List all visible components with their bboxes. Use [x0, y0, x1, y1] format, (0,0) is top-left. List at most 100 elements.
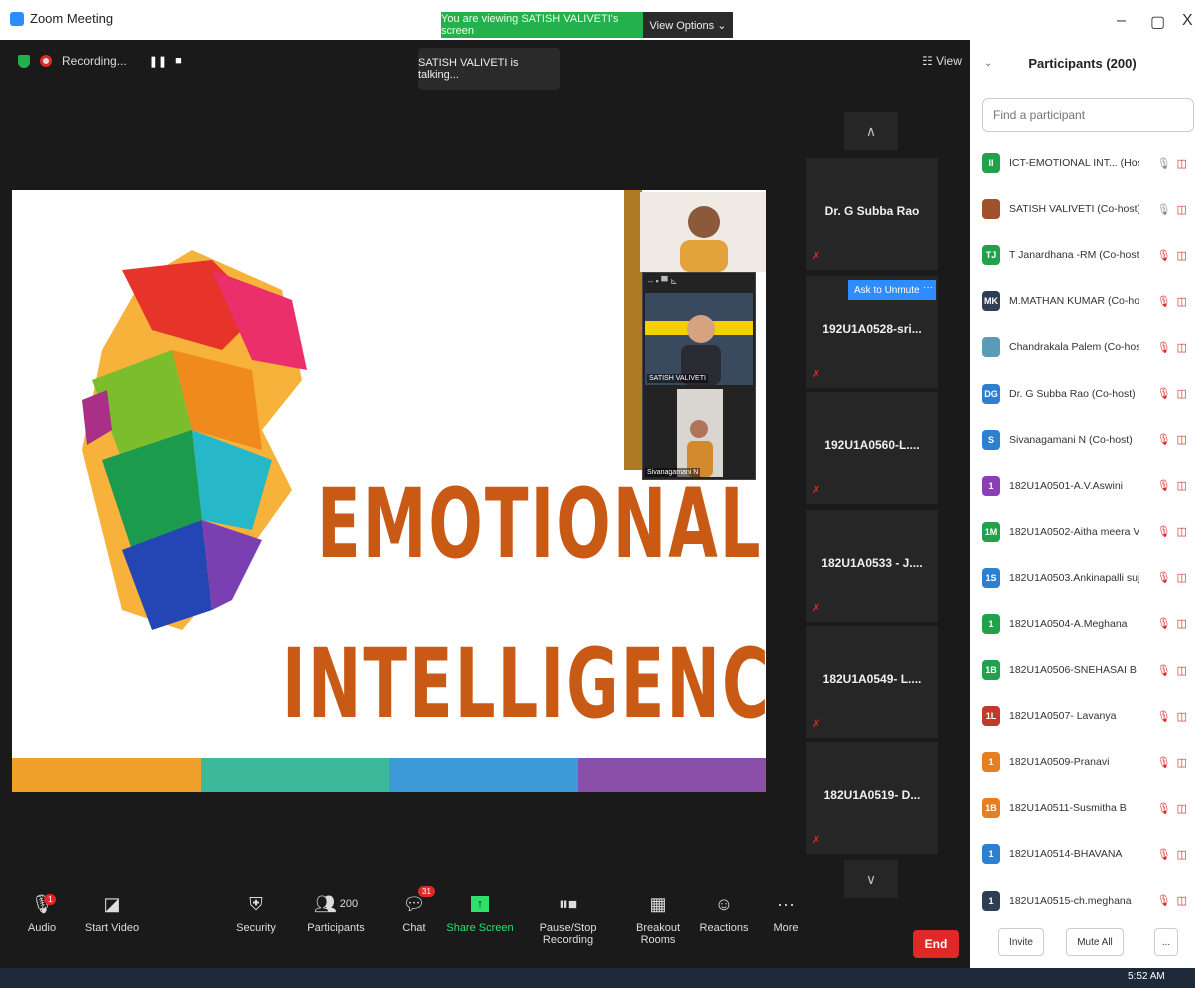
stop-recording-icon[interactable]: ■ — [175, 55, 182, 68]
video-satish: SATISH VALIVETI — [645, 293, 753, 385]
view-button[interactable]: ☷ View — [922, 54, 962, 68]
participant-row[interactable]: 1 182U1A0501-A.V.Aswini 🎙︎ ◫ — [970, 463, 1195, 509]
tile-more-button[interactable]: ··· — [920, 280, 936, 300]
participant-row[interactable]: 1 182U1A0515-ch.meghana 🎙︎ ◫ — [970, 878, 1195, 924]
stripe-orange — [12, 758, 201, 792]
participant-row[interactable]: II ICT-EMOTIONAL INT... (Host, me) 🎙︎ ◫ — [970, 140, 1195, 186]
more-button[interactable]: ··· More — [746, 892, 826, 935]
window-title: Zoom Meeting — [30, 11, 114, 26]
avatar: 1B — [982, 798, 1000, 819]
gallery-strip: ∧ — [806, 112, 938, 150]
chat-badge: 31 — [418, 886, 435, 897]
participant-search-input[interactable] — [982, 98, 1194, 132]
video-off-icon: ◫ — [1176, 664, 1187, 677]
invite-button[interactable]: Invite — [998, 928, 1044, 956]
participant-row[interactable]: 1B 182U1A0511-Susmitha B 🎙︎ ◫ — [970, 785, 1195, 831]
participant-status-icons: 🎙︎ ◫ — [1157, 894, 1187, 907]
pause-stop-recording-button[interactable]: ⏸︎⏹︎ Pause/Stop Recording — [520, 892, 616, 947]
floating-window-controls[interactable]: – ▪ ▀ ⊾ — [643, 273, 755, 291]
participant-status-icons: 🎙︎ ◫ — [1157, 525, 1187, 538]
start-video-button[interactable]: ◪ Start Video — [72, 892, 152, 935]
participants-footer: Invite Mute All ... — [970, 928, 1195, 958]
color-stripe-bar — [12, 758, 766, 792]
participant-row[interactable]: S Sivanagamani N (Co-host) 🎙︎ ◫ — [970, 417, 1195, 463]
video-off-icon: ◫ — [1176, 802, 1187, 815]
participant-name: 182U1A0514-BHAVANA — [1009, 848, 1123, 861]
participant-name: SATISH VALIVETI (Co-host) — [1009, 203, 1139, 216]
participant-status-icons: 🎙︎ ◫ — [1157, 387, 1187, 400]
participant-tile[interactable]: 182U1A0519- D... ✗ — [806, 742, 938, 854]
participant-name: M.MATHAN KUMAR (Co-host) — [1009, 295, 1139, 308]
avatar: 1 — [982, 844, 1000, 865]
participant-row[interactable]: 1 182U1A0509-Pranavi 🎙︎ ◫ — [970, 739, 1195, 785]
audio-button[interactable]: 🎙︎ Audio — [2, 892, 82, 935]
participant-row[interactable]: 1L 182U1A0507- Lavanya 🎙︎ ◫ — [970, 693, 1195, 739]
participant-name: 182U1A0504-A.Meghana — [1009, 617, 1128, 630]
participants-count: 200 — [339, 898, 359, 910]
avatar: 1 — [982, 613, 1000, 634]
share-screen-label: Share Screen — [446, 922, 514, 934]
participant-status-icons: 🎙︎ ◫ — [1157, 295, 1187, 308]
participant-row[interactable]: SATISH VALIVETI (Co-host) 🎙︎ ◫ — [970, 186, 1195, 232]
muted-mic-icon: ✗ — [812, 719, 821, 730]
avatar — [982, 337, 1000, 358]
encryption-shield-icon[interactable] — [18, 54, 30, 68]
participant-row[interactable]: MK M.MATHAN KUMAR (Co-host) 🎙︎ ◫ — [970, 278, 1195, 324]
muted-mic-icon: 🎙︎ — [1156, 295, 1171, 308]
end-meeting-button[interactable]: End — [913, 930, 959, 958]
view-options-button[interactable]: View Options ⌄ — [643, 12, 733, 38]
participant-name: 182U1A0503.Ankinapalli sujatha — [1009, 571, 1139, 584]
floating-video-window[interactable]: – ▪ ▀ ⊾ SATISH VALIVETI Sivanagamani N — [642, 272, 756, 480]
avatar: DG — [982, 383, 1000, 404]
participant-row[interactable]: 1 182U1A0514-BHAVANA 🎙︎ ◫ — [970, 831, 1195, 877]
video-off-icon: ◫ — [1176, 157, 1187, 170]
mute-all-button[interactable]: Mute All — [1066, 928, 1124, 956]
participants-panel: ⌄ Participants (200) IIICT-EMOTIONAL INT… — [970, 40, 1195, 968]
participant-row[interactable]: Chandrakala Palem (Co-host) 🎙︎ ◫ — [970, 324, 1195, 370]
participant-tile[interactable]: 182U1A0549- L.... ✗ — [806, 626, 938, 738]
mic-icon: 🎙︎ — [1156, 203, 1171, 216]
participant-row[interactable]: DG Dr. G Subba Rao (Co-host) 🎙︎ ◫ — [970, 370, 1195, 416]
participant-name: ICT-EMOTIONAL INT... (Host, me) — [1009, 157, 1139, 170]
zoom-logo-icon — [10, 11, 24, 26]
colorful-face-illustration — [82, 250, 307, 630]
muted-mic-icon: ✗ — [812, 485, 821, 496]
close-button[interactable]: X — [1182, 12, 1193, 30]
muted-mic-icon: 🎙︎ — [1156, 848, 1171, 861]
participant-row[interactable]: 1S 182U1A0503.Ankinapalli sujatha 🎙︎ ◫ — [970, 555, 1195, 601]
pause-stop-icon: ⏸︎⏹︎ — [559, 893, 577, 914]
participant-name: 182U1A0501-A.V.Aswini — [1009, 479, 1124, 492]
video-sivanagamani — [677, 389, 723, 477]
participant-status-icons: 🎙︎ ◫ — [1157, 203, 1187, 216]
participant-row[interactable]: 1B 182U1A0506-SNEHASAI B 🎙︎ ◫ — [970, 647, 1195, 693]
stripe-teal — [200, 758, 389, 792]
participant-status-icons: 🎙︎ ◫ — [1157, 710, 1187, 723]
gallery-up-button[interactable]: ∧ — [844, 112, 898, 150]
restore-button[interactable]: ▢ — [1150, 12, 1165, 32]
participant-row[interactable]: 1 182U1A0504-A.Meghana 🎙︎ ◫ — [970, 601, 1195, 647]
video-off-icon: ◫ — [1176, 710, 1187, 723]
video-label: SATISH VALIVETI — [647, 374, 708, 383]
security-button[interactable]: ⛨ Security — [216, 892, 296, 935]
share-screen-button[interactable]: ↑ Share Screen — [440, 892, 520, 934]
pause-recording-icon[interactable]: ❚❚ — [149, 55, 167, 68]
participant-row[interactable]: TJ T Janardhana -RM (Co-host) 🎙︎ ◫ — [970, 232, 1195, 278]
muted-mic-icon: 🎙︎ — [1156, 434, 1171, 447]
muted-mic-icon: 🎙︎ — [1156, 526, 1171, 539]
participants-button[interactable]: 👥︎ 200 Participants — [296, 892, 376, 935]
participant-name: T Janardhana -RM (Co-host) — [1009, 249, 1139, 262]
participant-status-icons: 🎙︎ ◫ — [1157, 664, 1187, 677]
ask-to-unmute-button[interactable]: Ask to Unmute — [848, 280, 926, 300]
muted-mic-icon: 🎙︎ — [1156, 618, 1171, 631]
video-off-icon: ◫ — [1176, 388, 1187, 401]
participant-row[interactable]: 1M 182U1A0502-Aitha meera VenkataS... 🎙︎ ◫ — [970, 509, 1195, 555]
muted-mic-icon: ✗ — [812, 369, 821, 380]
participant-tile-name: Dr. G Subba Rao — [824, 204, 920, 218]
participant-status-icons: 🎙︎ ◫ — [1157, 433, 1187, 446]
minimize-button[interactable]: – — [1117, 12, 1126, 30]
participant-tile[interactable]: Dr. G Subba Rao ✗ — [806, 158, 938, 270]
participant-name: Sivanagamani N (Co-host) — [1009, 433, 1133, 446]
participant-tile[interactable]: 192U1A0560-L.... ✗ — [806, 392, 938, 504]
participant-tile[interactable]: 182U1A0533 - J.... ✗ — [806, 510, 938, 622]
panel-more-button[interactable]: ... — [1154, 928, 1178, 956]
